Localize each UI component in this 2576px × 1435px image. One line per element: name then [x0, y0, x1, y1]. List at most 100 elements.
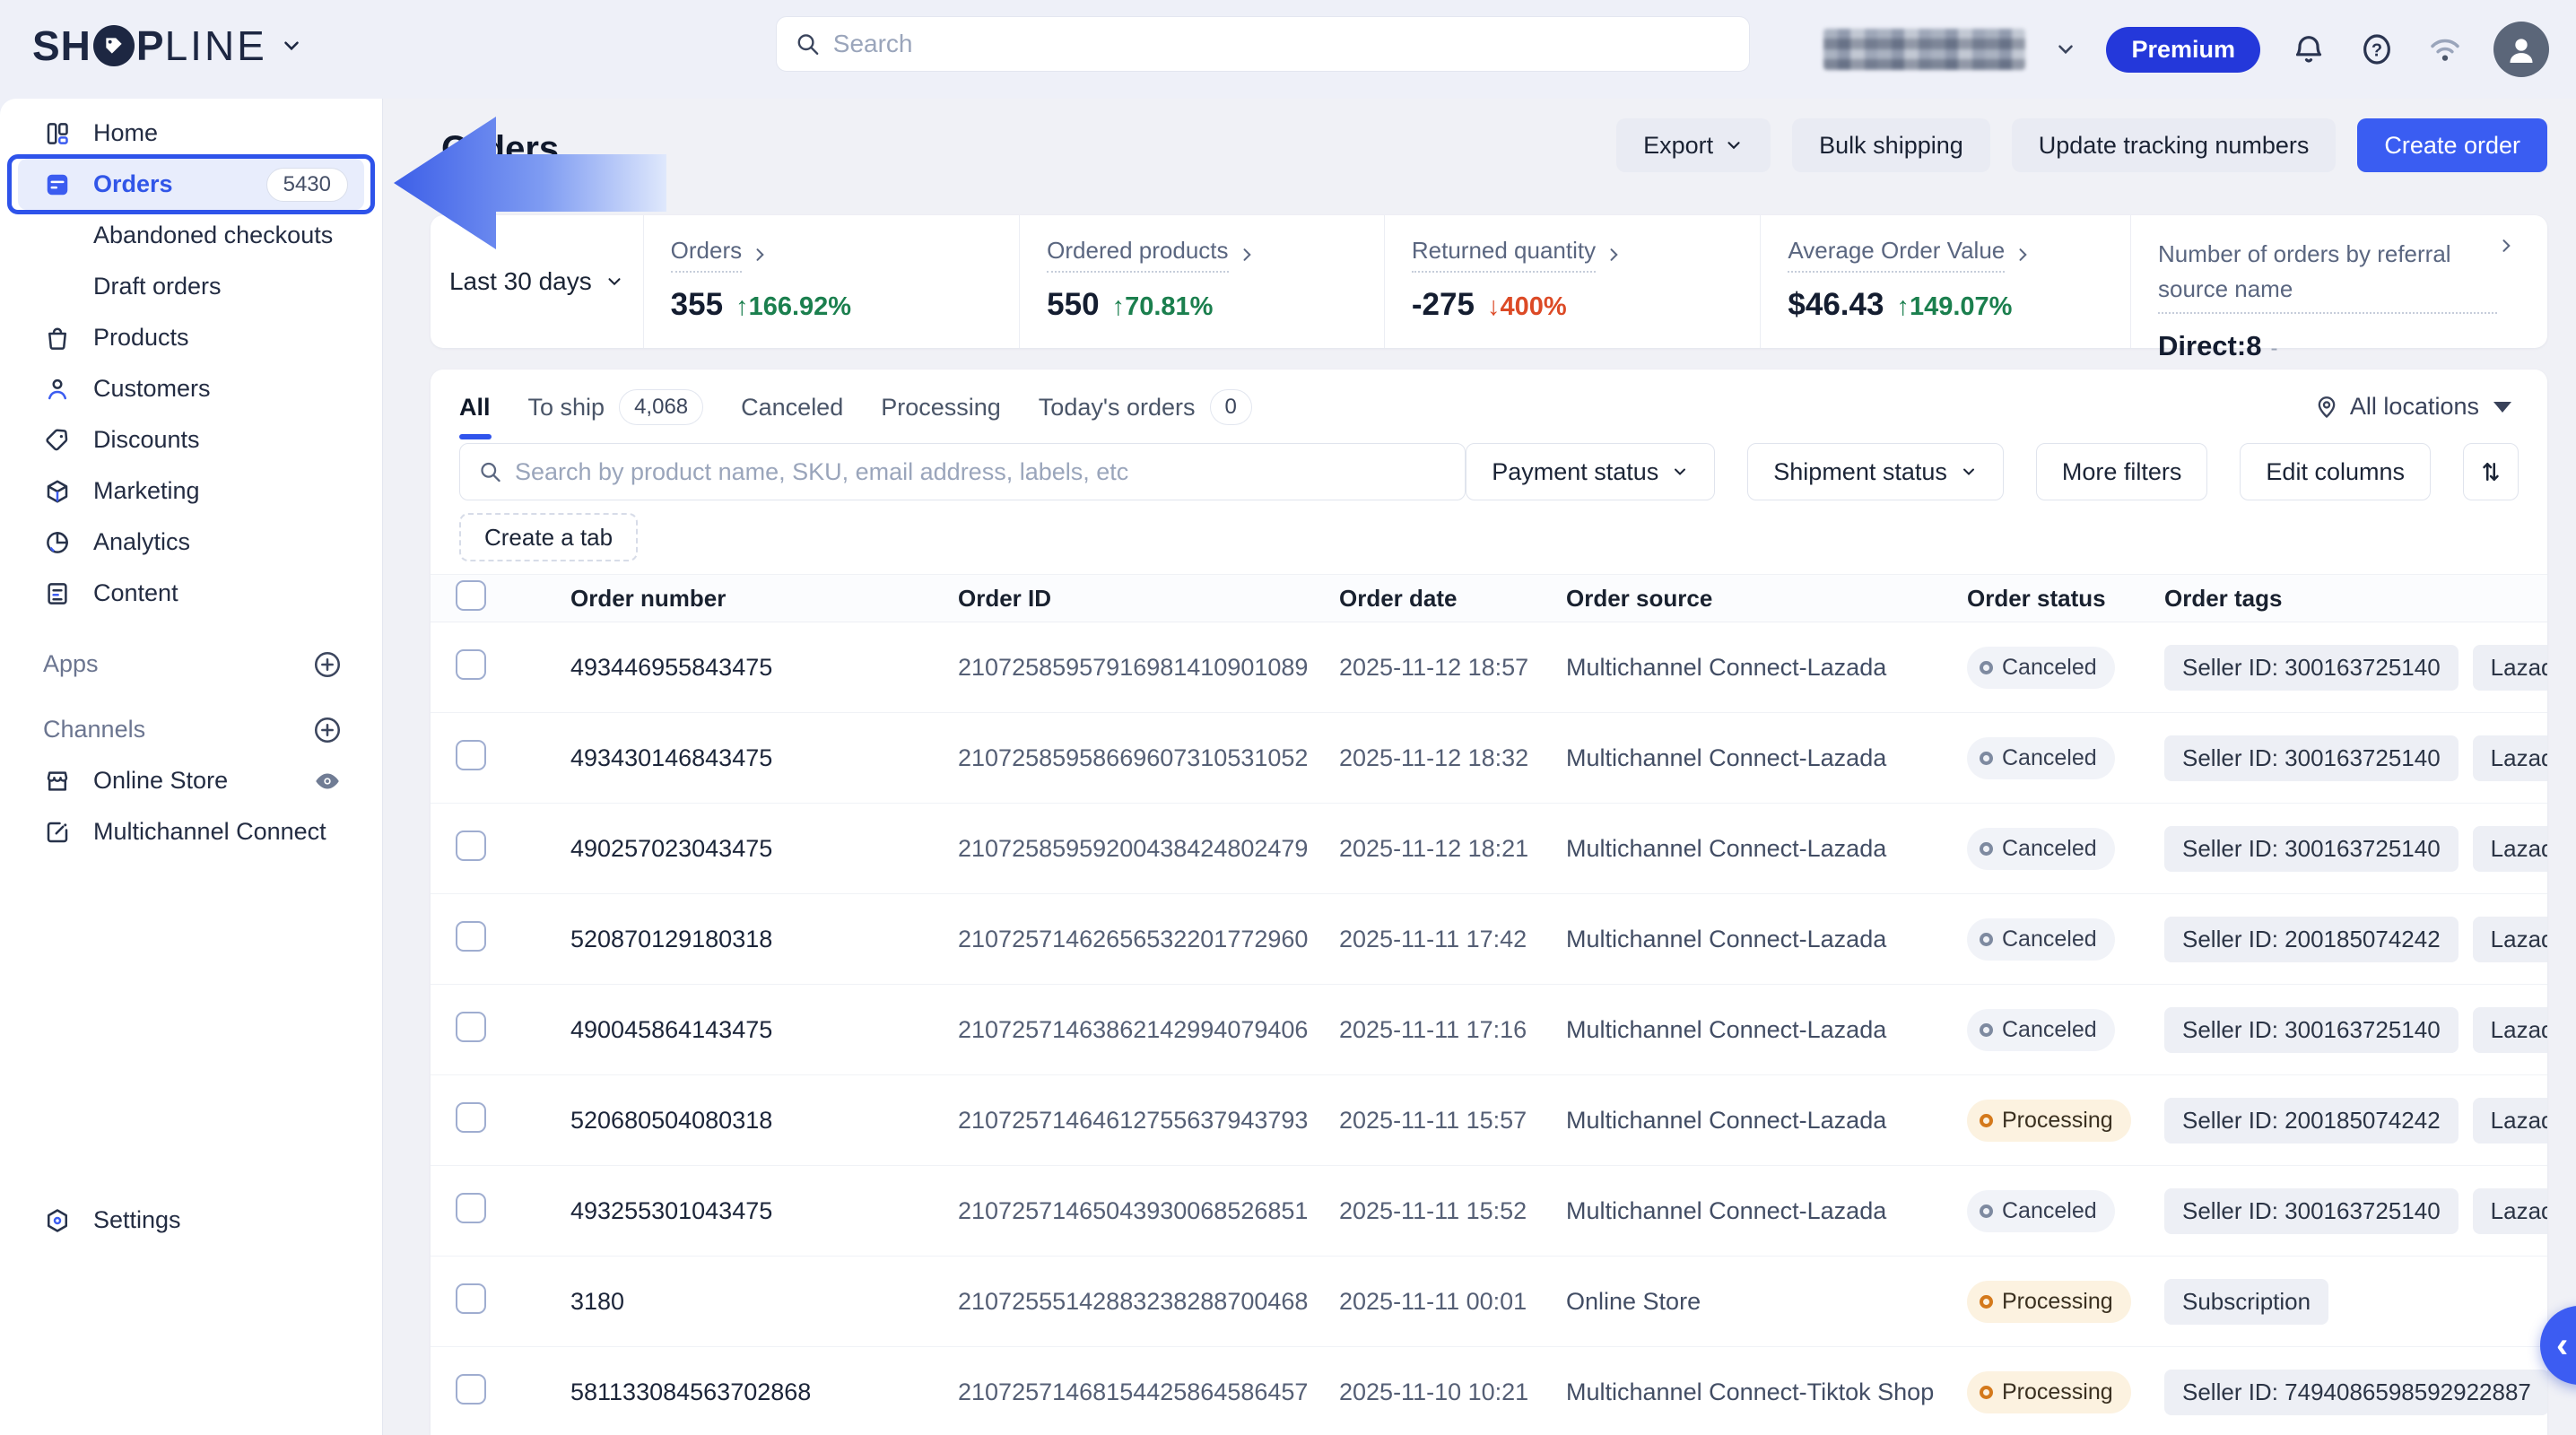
column-header[interactable]: Order number	[570, 585, 958, 613]
column-header[interactable]: Order date	[1339, 585, 1566, 613]
tab-count-badge: 4,068	[619, 389, 703, 425]
order-status-badge: Canceled	[1967, 1190, 2115, 1232]
stat-orders[interactable]: Orders 355↑166.92%	[643, 215, 1020, 348]
row-checkbox[interactable]	[456, 831, 486, 861]
row-checkbox[interactable]	[456, 921, 486, 952]
more-filters-button[interactable]: More filters	[2036, 443, 2208, 500]
stat-referral-source[interactable]: Number of orders by referral source name…	[2130, 215, 2547, 348]
sidebar-item-products[interactable]: Products	[0, 312, 382, 363]
orders-search-input[interactable]	[515, 458, 1447, 486]
notifications-bell-icon[interactable]	[2289, 30, 2328, 69]
apps-section-label: Apps	[43, 650, 99, 678]
sidebar-item-abandoned-checkouts[interactable]: Abandoned checkouts	[0, 210, 382, 261]
table-row[interactable]: 493446955843475 210725859579169814109010…	[431, 622, 2547, 713]
topbar: SHPLINE Premium ?	[0, 0, 2576, 99]
shipment-status-filter[interactable]: Shipment status	[1747, 443, 2004, 500]
table-row[interactable]: 493430146843475 210725859586696073105310…	[431, 713, 2547, 804]
table-row[interactable]: 490257023043475 210725859592004384248024…	[431, 804, 2547, 894]
stat-delta: ↑70.81%	[1112, 292, 1214, 322]
payment-status-filter[interactable]: Payment status	[1466, 443, 1715, 500]
order-tag: Seller ID: 7494086598592922887	[2164, 1370, 2547, 1415]
table-row[interactable]: 581133084563702868 210725714681544258645…	[431, 1347, 2547, 1435]
tab-canceled[interactable]: Canceled	[741, 394, 843, 427]
column-header[interactable]: Order tags	[2164, 585, 2547, 613]
tab-processing[interactable]: Processing	[881, 394, 1001, 427]
sidebar-item-orders[interactable]: Orders 5430	[18, 159, 364, 210]
add-channel-plus-icon[interactable]	[312, 715, 343, 745]
row-checkbox[interactable]	[456, 1193, 486, 1223]
row-checkbox[interactable]	[456, 1283, 486, 1314]
location-pin-icon	[2314, 395, 2339, 420]
avatar[interactable]	[2493, 22, 2549, 77]
sidebar-item-home[interactable]: Home	[0, 108, 382, 159]
tab-all[interactable]: All	[459, 394, 491, 427]
online-store-eye-icon[interactable]	[312, 766, 343, 796]
table-row[interactable]: 520680504080318 210725714646127556379437…	[431, 1075, 2547, 1166]
table-row[interactable]: 520870129180318 210725714626565322017729…	[431, 894, 2547, 985]
stat-value: 355	[671, 287, 723, 323]
sidebar-item-multichannel-connect[interactable]: Multichannel Connect	[0, 806, 382, 857]
sidebar-item-label: Home	[93, 119, 158, 147]
locations-selector[interactable]: All locations	[2314, 393, 2511, 421]
sidebar-item-customers[interactable]: Customers	[0, 363, 382, 414]
select-all-checkbox[interactable]	[456, 580, 486, 611]
column-header[interactable]: Order status	[1967, 585, 2164, 613]
sidebar-item-settings[interactable]: Settings	[0, 1195, 382, 1246]
account-chevron-icon[interactable]	[2054, 38, 2077, 61]
stat-ordered-products[interactable]: Ordered products 550↑70.81%	[1019, 215, 1384, 348]
chevron-right-icon	[751, 246, 769, 264]
chevron-right-icon	[2497, 237, 2515, 255]
network-status-wifi-icon[interactable]	[2425, 30, 2465, 69]
sidebar-item-draft-orders[interactable]: Draft orders	[0, 261, 382, 312]
row-checkbox[interactable]	[456, 1374, 486, 1405]
shopline-logo[interactable]: SHPLINE	[32, 22, 303, 70]
account-name-redacted[interactable]	[1823, 29, 2025, 70]
create-tab-button[interactable]: Create a tab	[459, 513, 638, 561]
orders-icon	[43, 170, 72, 199]
column-header[interactable]: Order source	[1566, 585, 1967, 613]
stat-average-order-value[interactable]: Average Order Value $46.43↑149.07%	[1760, 215, 2130, 348]
orders-search[interactable]	[459, 443, 1466, 500]
update-tracking-button[interactable]: Update tracking numbers	[2012, 118, 2337, 172]
add-app-plus-icon[interactable]	[312, 649, 343, 680]
stat-label: Orders	[671, 237, 742, 273]
store-switcher-chevron-icon[interactable]	[280, 34, 303, 57]
global-search[interactable]	[776, 16, 1750, 72]
order-number: 581133084563702868	[570, 1378, 958, 1406]
create-order-button[interactable]: Create order	[2357, 118, 2547, 172]
bulk-shipping-button[interactable]: Bulk shipping	[1792, 118, 1990, 172]
row-checkbox[interactable]	[456, 1102, 486, 1133]
sidebar-item-label: Analytics	[93, 528, 190, 556]
sidebar-item-label: Marketing	[93, 477, 200, 505]
sort-button[interactable]	[2463, 443, 2519, 500]
order-number: 3180	[570, 1288, 958, 1316]
tab-todays-orders[interactable]: Today's orders0	[1039, 389, 1252, 430]
table-row[interactable]: 493255301043475 210725714650439300685268…	[431, 1166, 2547, 1257]
stat-returned-quantity[interactable]: Returned quantity -275↓400%	[1384, 215, 1761, 348]
date-range-selector[interactable]: Last 30 days	[431, 215, 643, 348]
export-button[interactable]: Export	[1616, 118, 1771, 172]
row-checkbox[interactable]	[456, 649, 486, 680]
sidebar-item-discounts[interactable]: Discounts	[0, 414, 382, 465]
tab-to-ship[interactable]: To ship4,068	[528, 389, 704, 430]
column-header[interactable]: Order ID	[958, 585, 1339, 613]
premium-badge[interactable]: Premium	[2106, 27, 2260, 73]
sidebar-item-marketing[interactable]: Marketing	[0, 465, 382, 517]
row-checkbox[interactable]	[456, 740, 486, 770]
help-icon[interactable]: ?	[2357, 30, 2397, 69]
edit-columns-button[interactable]: Edit columns	[2240, 443, 2431, 500]
global-search-input[interactable]	[833, 30, 1731, 58]
order-tags-cell: Seller ID: 200185074242Lazada	[2164, 1098, 2547, 1144]
table-row[interactable]: 490045864143475 210725714638621429940794…	[431, 985, 2547, 1075]
chevron-right-icon	[1238, 246, 1256, 264]
row-checkbox[interactable]	[456, 1012, 486, 1042]
locations-label: All locations	[2350, 393, 2479, 421]
sidebar-item-analytics[interactable]: Analytics	[0, 517, 382, 568]
sidebar-item-online-store[interactable]: Online Store	[0, 755, 382, 806]
table-row[interactable]: 3180 21072555142883238288700468 2025-11-…	[431, 1257, 2547, 1347]
content-area: Orders Export Bulk shipping Update track…	[383, 99, 2576, 1435]
stat-value: Direct:8-	[2158, 330, 2547, 362]
order-source: Multichannel Connect-Lazada	[1566, 835, 1967, 863]
sidebar-section-channels: Channels	[0, 704, 382, 755]
sidebar-item-content[interactable]: Content	[0, 568, 382, 619]
